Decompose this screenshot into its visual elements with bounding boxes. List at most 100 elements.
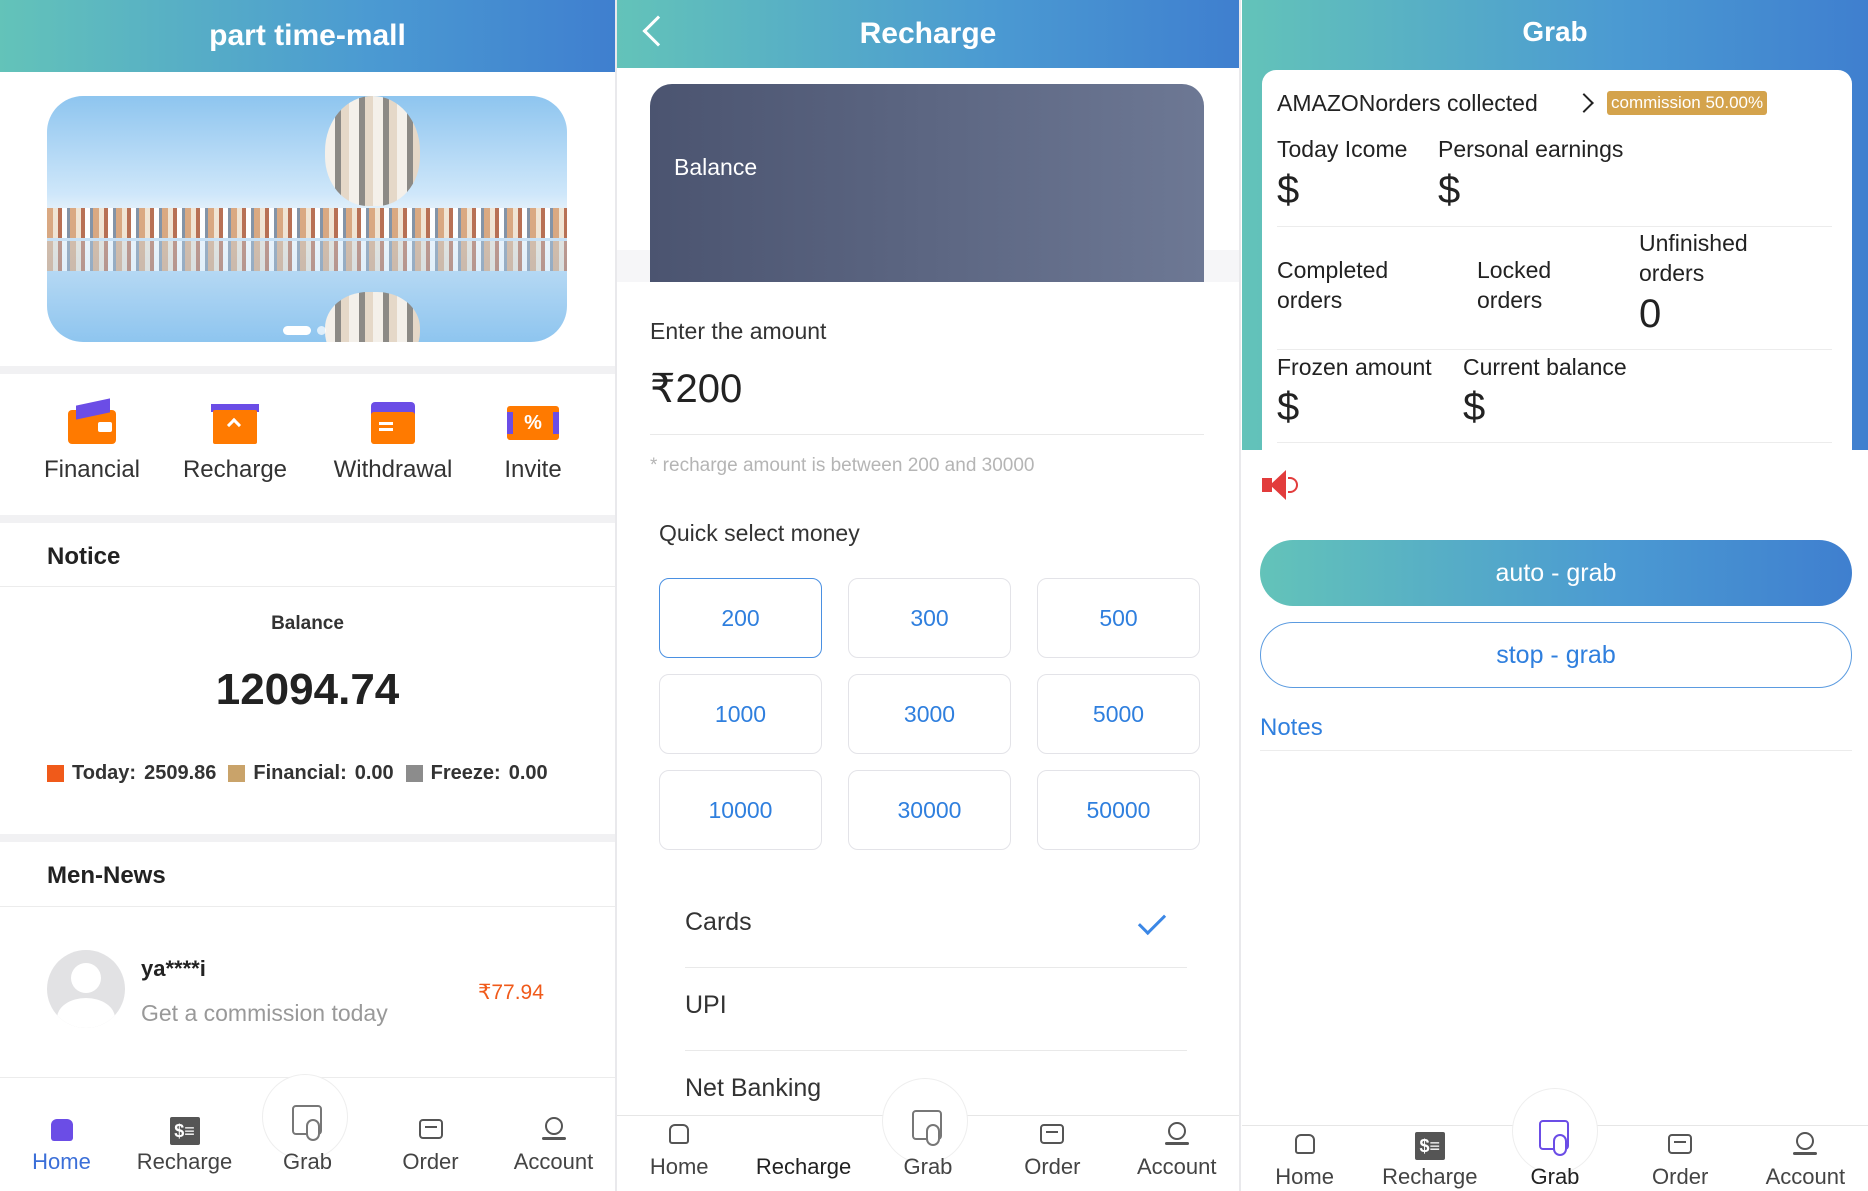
today-income-label: Today Icome — [1277, 136, 1408, 162]
payment-net-banking[interactable]: Net Banking — [685, 1074, 821, 1103]
personal-earnings-label: Personal earnings — [1438, 136, 1624, 162]
order-icon — [1665, 1132, 1695, 1158]
avatar — [47, 950, 125, 1028]
balance-label: Balance — [271, 613, 344, 634]
user-icon — [539, 1117, 569, 1143]
recharge-screen: Recharge Balance Enter the amount ₹200 *… — [617, 0, 1239, 1191]
notes-link[interactable]: Notes — [1260, 714, 1323, 742]
stop-grab-button[interactable]: stop - grab — [1260, 622, 1852, 688]
bottom-nav: Home $≡ Recharge Grab Order Account — [1242, 1110, 1868, 1190]
amount-option[interactable]: 10000 — [659, 770, 822, 850]
balance-card — [650, 84, 1204, 282]
amount-option[interactable]: 1000 — [659, 674, 822, 754]
personal-earnings-value: $ — [1438, 168, 1461, 212]
quick-recharge[interactable]: Recharge — [165, 398, 305, 484]
nav-home[interactable]: Home — [619, 1122, 739, 1180]
city-image — [47, 208, 567, 238]
hand-pointer-icon — [1535, 1120, 1575, 1160]
grab-screen: Grab AMAZONorders collected commission 5… — [1242, 0, 1868, 1191]
user-icon — [1162, 1122, 1192, 1148]
frozen-amount-label: Frozen amount — [1277, 354, 1432, 380]
news-amount: ₹77.94 — [478, 981, 544, 1004]
nav-grab[interactable]: Grab — [248, 1105, 368, 1175]
nav-grab[interactable]: Grab — [1495, 1120, 1615, 1190]
page-title: Grab — [1522, 16, 1588, 47]
payment-cards[interactable]: Cards — [685, 908, 752, 937]
amount-option[interactable]: 200 — [659, 578, 822, 658]
payment-upi[interactable]: UPI — [685, 991, 727, 1020]
quick-financial-label: Financial — [43, 456, 141, 483]
amount-option[interactable]: 3000 — [848, 674, 1011, 754]
completed-orders-label: Completed orders — [1277, 257, 1389, 313]
nav-recharge[interactable]: $≡ Recharge — [1370, 1132, 1490, 1190]
nav-grab[interactable]: Grab — [868, 1110, 988, 1180]
recharge-icon — [209, 398, 261, 446]
balance-legend: Today: 2509.86 Financial: 0.00 Freeze: 0.00 — [47, 762, 548, 785]
quick-financial[interactable]: Financial — [22, 398, 162, 484]
withdrawal-icon — [367, 398, 419, 446]
hand-pointer-icon — [288, 1105, 328, 1145]
order-icon — [416, 1117, 446, 1143]
home-header: part time-mall — [0, 0, 615, 72]
nav-order[interactable]: Order — [992, 1122, 1112, 1180]
home-screen: part time-mall Financial Recharge Withdr… — [0, 0, 615, 1191]
unfinished-orders-label: Unfinished orders — [1639, 230, 1748, 286]
nav-home[interactable]: Home — [2, 1117, 122, 1175]
locked-orders-label: Locked orders — [1477, 257, 1552, 313]
hand-pointer-icon — [908, 1110, 948, 1150]
current-balance-value: $ — [1463, 385, 1486, 429]
store-label[interactable]: AMAZONorders collected — [1277, 88, 1538, 118]
home-icon — [47, 1117, 77, 1143]
amount-hint: * recharge amount is between 200 and 300… — [650, 455, 1035, 476]
page-title: Recharge — [859, 17, 997, 50]
nav-order[interactable]: Order — [371, 1117, 491, 1175]
quick-withdrawal-label: Withdrawal — [333, 456, 453, 483]
news-user: ya****i — [141, 956, 206, 981]
nav-account[interactable]: Account — [1117, 1122, 1237, 1180]
quick-invite-label: Invite — [504, 456, 562, 483]
amount-option[interactable]: 30000 — [848, 770, 1011, 850]
notice-title: Notice — [47, 543, 121, 570]
recharge-bill-icon: $≡ — [169, 1117, 200, 1145]
amount-input[interactable]: ₹200 — [650, 366, 742, 412]
quick-withdrawal[interactable]: Withdrawal — [323, 398, 463, 484]
amount-option[interactable]: 5000 — [1037, 674, 1200, 754]
banner-carousel[interactable] — [47, 96, 567, 342]
amount-grid: 200 300 500 1000 3000 5000 10000 30000 5… — [659, 578, 1200, 850]
news-text: Get a commission today — [141, 1000, 388, 1026]
bottom-nav: Home Recharge Grab Order Account — [617, 1105, 1239, 1180]
enter-amount-label: Enter the amount — [650, 318, 827, 344]
wallet-icon — [66, 398, 118, 446]
bottom-nav: Home $≡ Recharge Grab Order Account — [0, 1100, 615, 1175]
quick-select-label: Quick select money — [659, 520, 860, 546]
nav-account[interactable]: Account — [1745, 1132, 1865, 1190]
balloon-reflection-image — [325, 292, 420, 342]
nav-home[interactable]: Home — [1245, 1132, 1365, 1190]
card-balance-label: Balance — [674, 154, 758, 180]
nav-account[interactable]: Account — [494, 1117, 614, 1175]
amount-option[interactable]: 50000 — [1037, 770, 1200, 850]
balance-value: 12094.74 — [215, 665, 400, 714]
amount-option[interactable]: 300 — [848, 578, 1011, 658]
carousel-dots[interactable] — [283, 326, 326, 335]
nav-recharge[interactable]: $≡ Recharge — [125, 1117, 245, 1175]
recharge-bill-icon: $≡ — [1414, 1132, 1445, 1160]
speaker-icon[interactable] — [1262, 468, 1302, 502]
order-icon — [1037, 1122, 1067, 1148]
auto-grab-button[interactable]: auto - grab — [1260, 540, 1852, 606]
today-income-value: $ — [1277, 168, 1300, 212]
city-reflection-image — [47, 241, 567, 271]
frozen-amount-value: $ — [1277, 385, 1300, 429]
coupon-icon: % — [507, 398, 559, 446]
checkmark-icon — [1137, 906, 1167, 936]
current-balance-label: Current balance — [1463, 354, 1627, 380]
nav-recharge[interactable]: Recharge — [744, 1154, 864, 1180]
amount-option[interactable]: 500 — [1037, 578, 1200, 658]
unfinished-orders-value: 0 — [1639, 292, 1662, 336]
quick-invite[interactable]: % Invite — [463, 398, 603, 484]
news-title: Men-News — [47, 862, 166, 889]
recharge-header: Recharge — [617, 0, 1239, 68]
home-icon — [664, 1122, 694, 1148]
nav-order[interactable]: Order — [1620, 1132, 1740, 1190]
balloon-image — [325, 96, 420, 206]
